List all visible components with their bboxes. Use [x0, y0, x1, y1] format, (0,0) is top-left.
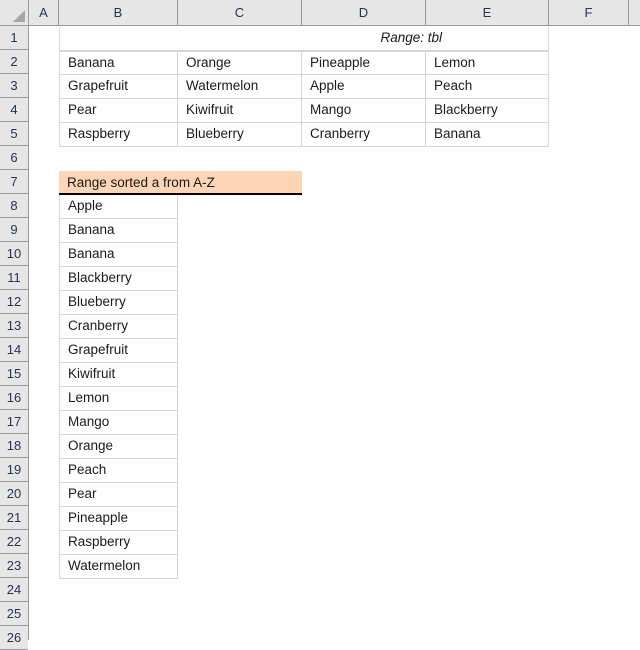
list-item[interactable]: Blackberry: [59, 267, 178, 291]
row-header-24[interactable]: 24: [0, 578, 28, 602]
list-item[interactable]: Mango: [59, 411, 178, 435]
row-header-2[interactable]: 2: [0, 50, 28, 74]
list-item[interactable]: Raspberry: [59, 531, 178, 555]
row-header-3[interactable]: 3: [0, 74, 28, 98]
table-cell-b5[interactable]: Raspberry: [59, 123, 178, 147]
list-item[interactable]: Orange: [59, 435, 178, 459]
column-header-b[interactable]: B: [59, 0, 178, 25]
row-header-20[interactable]: 20: [0, 482, 28, 506]
column-header-f[interactable]: F: [549, 0, 629, 25]
list-item[interactable]: Peach: [59, 459, 178, 483]
column-header-e[interactable]: E: [426, 0, 549, 25]
row-header-1[interactable]: 1: [0, 26, 28, 50]
row-header-15[interactable]: 15: [0, 362, 28, 386]
table-cell-c3[interactable]: Watermelon: [178, 75, 302, 99]
row-header-26[interactable]: 26: [0, 626, 28, 650]
range-table-title: Range: tbl: [59, 27, 549, 51]
list-item[interactable]: Cranberry: [59, 315, 178, 339]
row-header-22[interactable]: 22: [0, 530, 28, 554]
row-header-5[interactable]: 5: [0, 122, 28, 146]
row-header-9[interactable]: 9: [0, 218, 28, 242]
table-cell-e4[interactable]: Blackberry: [426, 99, 549, 123]
row-header-21[interactable]: 21: [0, 506, 28, 530]
row-header-6[interactable]: 6: [0, 146, 28, 170]
table-cell-e5[interactable]: Banana: [426, 123, 549, 147]
list-item[interactable]: Kiwifruit: [59, 363, 178, 387]
select-all-button[interactable]: [0, 0, 29, 25]
spreadsheet-grid: A B C D E F 1 2 3 4 5 6 7 8 9 10 11 12 1…: [0, 0, 640, 650]
table-cell-b2[interactable]: Banana: [59, 51, 178, 75]
row-header-23[interactable]: 23: [0, 554, 28, 578]
row-header-4[interactable]: 4: [0, 98, 28, 122]
table-cell-b4[interactable]: Pear: [59, 99, 178, 123]
row-header-bar: 1 2 3 4 5 6 7 8 9 10 11 12 13 14 15 16 1…: [0, 26, 29, 650]
table-cell-c5[interactable]: Blueberry: [178, 123, 302, 147]
range-table-title-text: Range: tbl: [380, 30, 442, 45]
row-header-10[interactable]: 10: [0, 242, 28, 266]
table-cell-b3[interactable]: Grapefruit: [59, 75, 178, 99]
list-item[interactable]: Blueberry: [59, 291, 178, 315]
table-cell-e2[interactable]: Lemon: [426, 51, 549, 75]
list-item[interactable]: Lemon: [59, 387, 178, 411]
list-item[interactable]: Grapefruit: [59, 339, 178, 363]
row-header-8[interactable]: 8: [0, 194, 28, 218]
list-item[interactable]: Pear: [59, 483, 178, 507]
table-cell-d5[interactable]: Cranberry: [302, 123, 426, 147]
table-cell-d2[interactable]: Pineapple: [302, 51, 426, 75]
column-header-a[interactable]: A: [29, 0, 59, 25]
row-header-12[interactable]: 12: [0, 290, 28, 314]
table-cell-d4[interactable]: Mango: [302, 99, 426, 123]
row-header-13[interactable]: 13: [0, 314, 28, 338]
column-header-d[interactable]: D: [302, 0, 426, 25]
row-header-25[interactable]: 25: [0, 602, 28, 626]
column-header-g[interactable]: [629, 0, 640, 25]
list-item[interactable]: Banana: [59, 219, 178, 243]
list-item[interactable]: Watermelon: [59, 555, 178, 579]
row-header-11[interactable]: 11: [0, 266, 28, 290]
list-item[interactable]: Pineapple: [59, 507, 178, 531]
list-item[interactable]: Apple: [59, 195, 178, 219]
row-header-17[interactable]: 17: [0, 410, 28, 434]
column-header-bar: A B C D E F: [0, 0, 640, 26]
table-cell-c4[interactable]: Kiwifruit: [178, 99, 302, 123]
select-all-triangle-icon: [13, 10, 25, 22]
column-header-c[interactable]: C: [178, 0, 302, 25]
row-header-7[interactable]: 7: [0, 170, 28, 194]
row-header-19[interactable]: 19: [0, 458, 28, 482]
table-cell-c2[interactable]: Orange: [178, 51, 302, 75]
row-header-16[interactable]: 16: [0, 386, 28, 410]
row-header-18[interactable]: 18: [0, 434, 28, 458]
row-header-14[interactable]: 14: [0, 338, 28, 362]
sorted-list-header: Range sorted a from A-Z: [59, 171, 302, 195]
table-cell-e3[interactable]: Peach: [426, 75, 549, 99]
table-cell-d3[interactable]: Apple: [302, 75, 426, 99]
list-item[interactable]: Banana: [59, 243, 178, 267]
